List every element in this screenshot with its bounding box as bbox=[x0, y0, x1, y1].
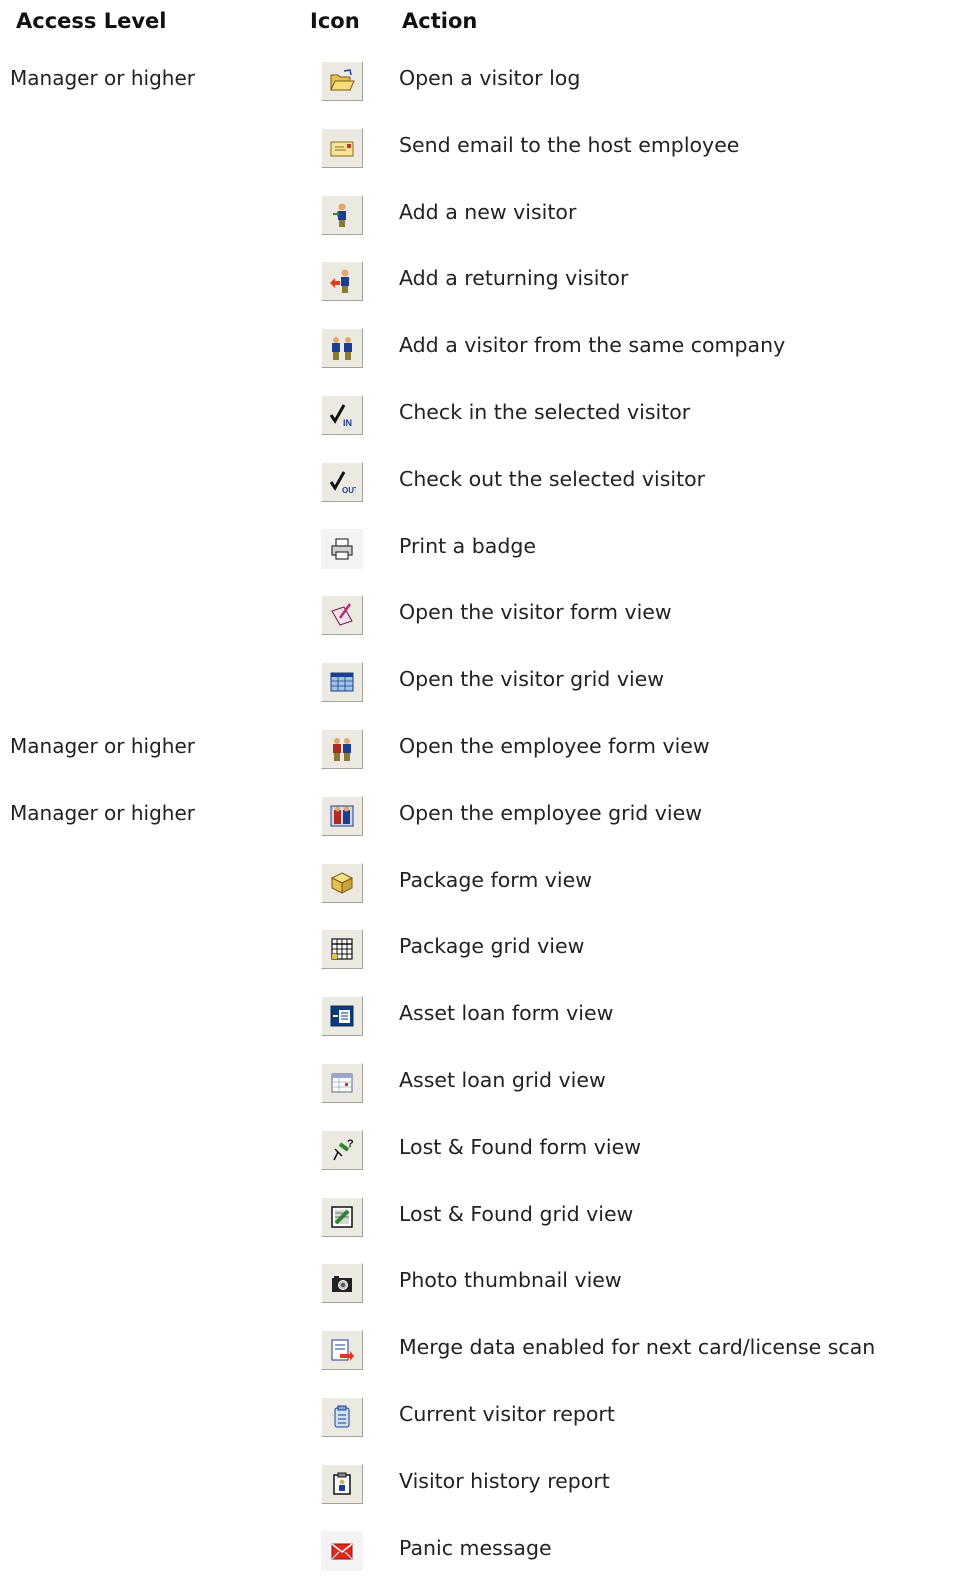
table-row: Merge data enabled for next card/license… bbox=[0, 1314, 958, 1381]
action-label: Send email to the host employee bbox=[399, 132, 740, 157]
table-row: Asset loan grid view bbox=[0, 1047, 958, 1114]
svg-text:?: ? bbox=[347, 1138, 354, 1150]
table-row: Add a visitor from the same company bbox=[0, 312, 958, 379]
table-row: Package form view bbox=[0, 847, 958, 914]
asset-grid-icon[interactable] bbox=[321, 1062, 363, 1103]
new-visitor-icon[interactable] bbox=[321, 194, 363, 235]
camera-icon[interactable] bbox=[321, 1263, 363, 1304]
action-label: Current visitor report bbox=[399, 1401, 615, 1426]
table-row: Add a new visitor bbox=[0, 179, 958, 246]
table-row: Manager or higher Open a visitor log bbox=[0, 45, 958, 112]
table-row: Manager or higher Open the employee grid… bbox=[0, 780, 958, 847]
same-company-visitor-icon[interactable] bbox=[321, 328, 363, 369]
table-row: Manager or higher Open the employee form… bbox=[0, 713, 958, 780]
open-folder-icon[interactable] bbox=[321, 61, 363, 101]
table-row: Open the visitor form view bbox=[0, 579, 958, 646]
package-icon[interactable] bbox=[321, 862, 363, 903]
table-row: Package grid view bbox=[0, 913, 958, 980]
access-level: Manager or higher bbox=[10, 66, 195, 90]
table-row: Panic message bbox=[0, 1515, 958, 1582]
access-level: Manager or higher bbox=[10, 733, 195, 758]
merge-data-icon[interactable] bbox=[321, 1330, 363, 1371]
returning-visitor-icon[interactable] bbox=[321, 261, 363, 302]
action-label: Open the employee grid view bbox=[399, 800, 703, 825]
action-label: Package form view bbox=[399, 867, 593, 892]
table-row: OUT Check out the selected visitor bbox=[0, 446, 958, 513]
table-row: IN Check in the selected visitor bbox=[0, 379, 958, 446]
action-label: Open the visitor grid view bbox=[399, 667, 665, 692]
icon-table: Manager or higher Open a visitor log Sen… bbox=[0, 45, 958, 1581]
action-label: Asset loan grid view bbox=[399, 1067, 606, 1092]
svg-text:OUT: OUT bbox=[342, 486, 356, 495]
action-label: Asset loan form view bbox=[399, 1001, 614, 1026]
table-row: Photo thumbnail view bbox=[0, 1247, 958, 1314]
action-label: Package grid view bbox=[399, 934, 585, 959]
email-envelope-icon[interactable] bbox=[321, 127, 363, 168]
form-edit-icon[interactable] bbox=[321, 595, 363, 636]
action-label: Check in the selected visitor bbox=[399, 399, 691, 424]
panic-envelope-icon[interactable] bbox=[321, 1530, 363, 1571]
action-header: Action bbox=[402, 9, 478, 33]
check-in-icon[interactable]: IN bbox=[321, 394, 363, 435]
check-out-icon[interactable]: OUT bbox=[321, 461, 363, 502]
printer-icon[interactable] bbox=[321, 528, 363, 569]
history-report-icon[interactable] bbox=[321, 1463, 363, 1504]
action-label: Merge data enabled for next card/license… bbox=[399, 1335, 876, 1360]
action-label: Open the employee form view bbox=[399, 733, 710, 758]
access-level: Manager or higher bbox=[10, 800, 195, 825]
table-row: ? Lost & Found form view bbox=[0, 1114, 958, 1181]
lost-found-form-icon[interactable]: ? bbox=[321, 1129, 363, 1170]
action-label: Add a returning visitor bbox=[399, 266, 629, 291]
access-level-header: Access Level bbox=[16, 9, 167, 33]
grid-icon[interactable] bbox=[321, 662, 363, 703]
lost-found-grid-icon[interactable] bbox=[321, 1196, 363, 1237]
table-row: Send email to the host employee bbox=[0, 112, 958, 179]
action-label: Print a badge bbox=[399, 533, 536, 558]
action-label: Lost & Found grid view bbox=[399, 1201, 634, 1226]
icon-header: Icon bbox=[310, 9, 360, 33]
employee-form-icon[interactable] bbox=[321, 728, 363, 769]
table-row: Print a badge bbox=[0, 513, 958, 580]
package-grid-icon[interactable] bbox=[321, 929, 363, 970]
action-label: Open the visitor form view bbox=[399, 600, 672, 625]
employee-grid-icon[interactable] bbox=[321, 795, 363, 836]
table-row: Add a returning visitor bbox=[0, 245, 958, 312]
action-label: Open a visitor log bbox=[399, 66, 581, 90]
action-label: Check out the selected visitor bbox=[399, 466, 706, 491]
action-label: Panic message bbox=[399, 1535, 552, 1560]
svg-text:IN: IN bbox=[343, 418, 352, 428]
asset-form-icon[interactable] bbox=[321, 996, 363, 1037]
action-label: Lost & Found form view bbox=[399, 1134, 641, 1159]
action-label: Add a new visitor bbox=[399, 199, 577, 224]
table-row: Visitor history report bbox=[0, 1448, 958, 1515]
table-row: Open the visitor grid view bbox=[0, 646, 958, 713]
table-row: Lost & Found grid view bbox=[0, 1181, 958, 1248]
table-row: Current visitor report bbox=[0, 1381, 958, 1448]
action-label: Add a visitor from the same company bbox=[399, 333, 786, 358]
action-label: Visitor history report bbox=[399, 1468, 610, 1493]
current-report-icon[interactable] bbox=[321, 1396, 363, 1437]
action-label: Photo thumbnail view bbox=[399, 1268, 622, 1293]
table-row: Asset loan form view bbox=[0, 980, 958, 1047]
table-header: Access Level Icon Action bbox=[0, 6, 958, 40]
